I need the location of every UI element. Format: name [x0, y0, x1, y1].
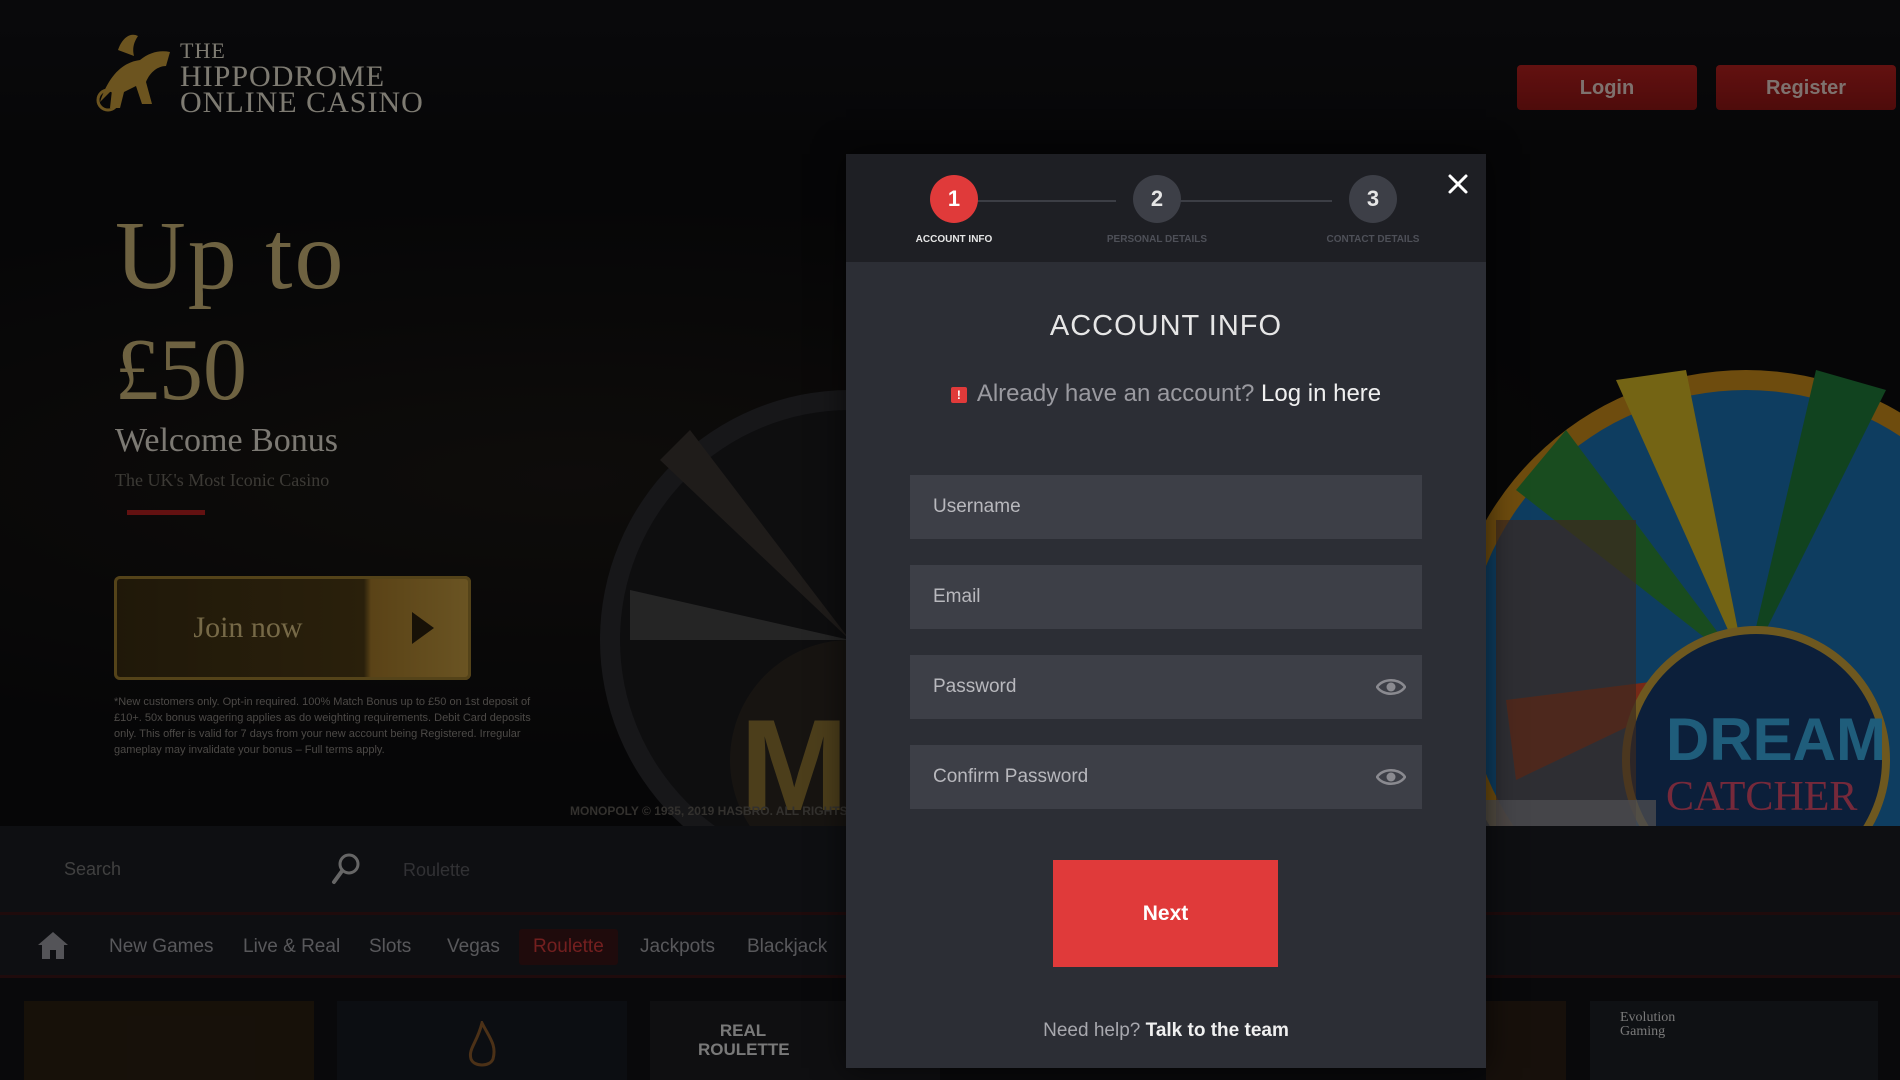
- warning-icon: !: [950, 386, 967, 403]
- help-text: Need help?: [1043, 1020, 1141, 1041]
- registration-modal: 1 2 3 ACCOUNT INFO PERSONAL DETAILS CONT…: [846, 154, 1486, 1068]
- talk-to-team-link[interactable]: Talk to the team: [1146, 1020, 1289, 1041]
- modal-title: ACCOUNT INFO: [1049, 310, 1283, 342]
- step-3-circle: 3: [1349, 175, 1397, 223]
- close-icon[interactable]: [1446, 172, 1470, 196]
- step-connector-2: [1164, 200, 1332, 202]
- step-2-label: PERSONAL DETAILS: [1106, 234, 1208, 245]
- password-field[interactable]: [910, 655, 1422, 719]
- step-1-label: ACCOUNT INFO: [915, 234, 993, 245]
- next-button[interactable]: Next: [1053, 860, 1278, 967]
- registration-steps: 1 2 3 ACCOUNT INFO PERSONAL DETAILS CONT…: [846, 154, 1486, 262]
- username-field[interactable]: [910, 475, 1422, 539]
- help-prompt: Need help? Talk to the team: [846, 1020, 1486, 1042]
- step-2-circle: 2: [1133, 175, 1181, 223]
- step-connector-1: [960, 200, 1116, 202]
- email-field[interactable]: [910, 565, 1422, 629]
- show-password-eye-icon[interactable]: [1376, 677, 1406, 697]
- step-1-circle: 1: [930, 175, 978, 223]
- have-account-prompt: ! Already have an account? Log in here: [846, 380, 1486, 408]
- login-here-link[interactable]: Log in here: [1261, 380, 1381, 407]
- have-account-text: Already have an account?: [976, 380, 1255, 407]
- show-confirm-password-eye-icon[interactable]: [1376, 767, 1406, 787]
- step-3-label: CONTACT DETAILS: [1326, 234, 1420, 245]
- confirm-password-field[interactable]: [910, 745, 1422, 809]
